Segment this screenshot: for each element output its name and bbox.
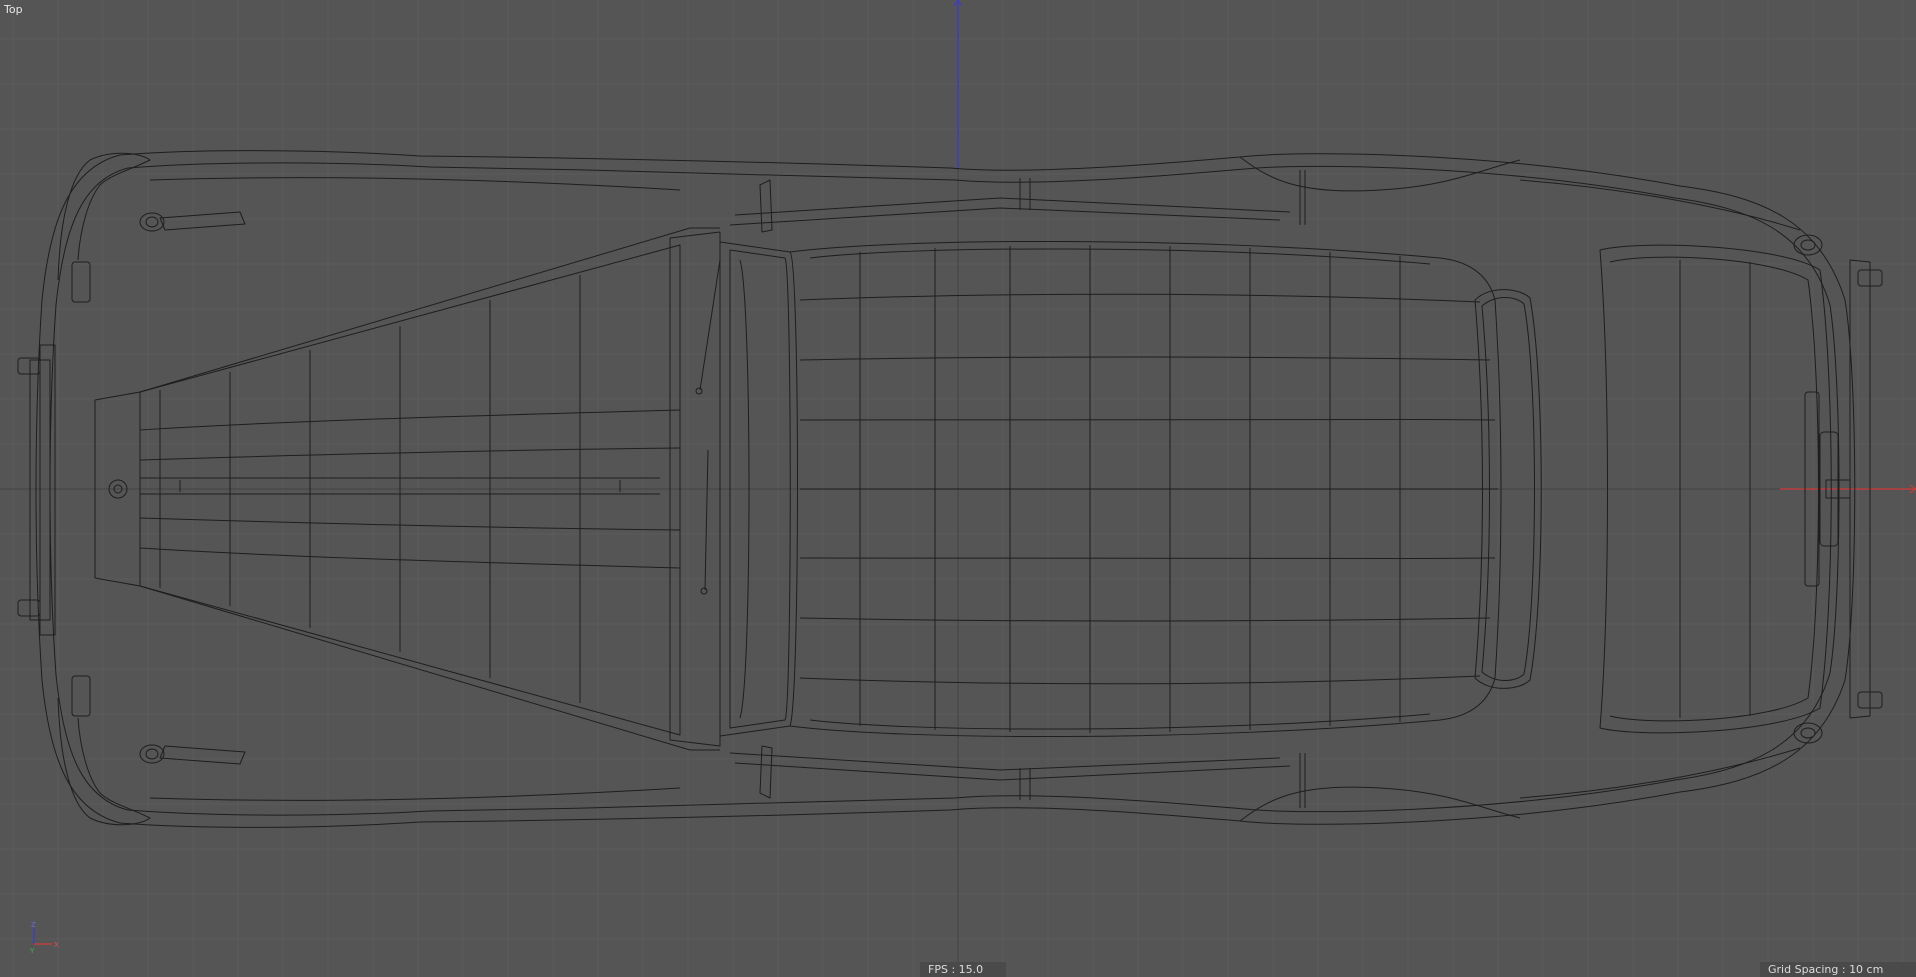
fps-value: 15.0 bbox=[958, 963, 984, 976]
gizmo-x-label: X bbox=[54, 941, 59, 949]
fps-label: FPS bbox=[928, 963, 948, 976]
viewport-top[interactable]: Top Z Y X FPS : 15.0 Grid Spacing : 10 c… bbox=[0, 0, 1916, 977]
grid-spacing-value: 10 cm bbox=[1849, 963, 1884, 976]
fps-readout: FPS : 15.0 bbox=[920, 962, 1006, 977]
grid-spacing-readout: Grid Spacing : 10 cm bbox=[1760, 962, 1916, 977]
axis-gizmo: Z Y X bbox=[29, 921, 59, 955]
grid-spacing-label: Grid Spacing bbox=[1768, 963, 1839, 976]
gizmo-y-label: Y bbox=[29, 947, 35, 955]
gizmo-z-label: Z bbox=[31, 921, 36, 929]
viewport-scene[interactable] bbox=[0, 0, 1916, 977]
viewport-view-label[interactable]: Top bbox=[4, 3, 23, 16]
